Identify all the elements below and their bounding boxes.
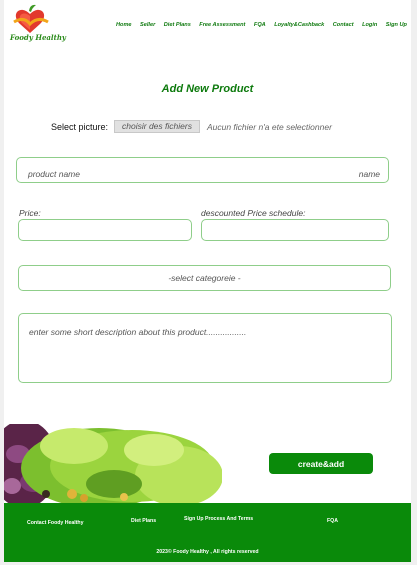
price-label: Price:	[19, 208, 41, 218]
page-title: Add New Product	[161, 83, 254, 95]
brand-logo[interactable]: Foody Healthy	[6, 2, 66, 42]
picture-row: Select picture: choisir des fichiers Auc…	[51, 120, 332, 133]
choose-file-button[interactable]: choisir des fichiers	[114, 120, 200, 133]
footer: Contact Foody Healthy Diet Plans Sign Up…	[4, 503, 411, 562]
nav-fqa[interactable]: FQA	[254, 22, 266, 28]
nav-login[interactable]: Login	[362, 22, 377, 28]
product-name-input[interactable]: product name name	[16, 157, 389, 183]
nav-seller[interactable]: Seller	[140, 22, 155, 28]
description-textarea[interactable]: enter some short description about this …	[18, 313, 392, 383]
footer-signup-terms-link[interactable]: Sign Up Process And Terms	[184, 516, 253, 522]
nav-sign-up[interactable]: Sign Up	[386, 22, 407, 28]
footer-fqa-link[interactable]: FQA	[327, 518, 338, 524]
nav-home[interactable]: Home	[116, 22, 132, 28]
category-select[interactable]: -select categoreie -	[18, 265, 391, 291]
price-input[interactable]	[18, 219, 192, 241]
footer-diet-plans-link[interactable]: Diet Plans	[131, 518, 156, 524]
picture-label: Select picture:	[51, 121, 109, 132]
create-add-button[interactable]: create&add	[269, 453, 373, 474]
copyright-text: 2023© Foody Healthy , All rights reserve…	[156, 549, 259, 555]
brand-name: Foody Healthy	[10, 33, 66, 42]
salad-image	[4, 424, 222, 504]
nav-free-assessment[interactable]: Free Assessment	[199, 22, 245, 28]
nav-diet-plans[interactable]: Diet Plans	[164, 22, 191, 28]
product-name-placeholder: product name	[28, 169, 80, 179]
product-name-suffix: name	[358, 169, 380, 179]
nav-contact[interactable]: Contact	[333, 22, 354, 28]
description-placeholder: enter some short description about this …	[29, 327, 247, 337]
page: Foody Healthy Home Seller Diet Plans Fre…	[4, 0, 411, 562]
discount-price-input[interactable]	[201, 219, 389, 241]
top-nav: Home Seller Diet Plans Free Assessment F…	[116, 22, 407, 28]
footer-contact-link[interactable]: Contact Foody Healthy	[27, 520, 84, 526]
discount-label: descounted Price schedule:	[201, 208, 306, 218]
nav-loyalty-cashback[interactable]: Loyalty&Cashback	[274, 22, 324, 28]
file-status: Aucun fichier n'a ete selectionner	[206, 121, 332, 132]
